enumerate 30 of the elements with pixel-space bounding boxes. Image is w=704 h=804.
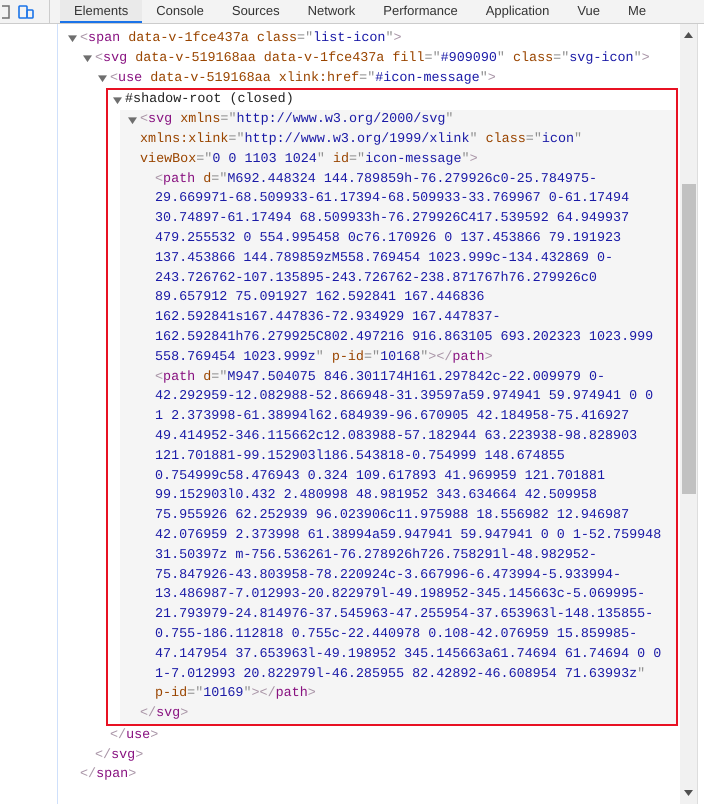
expand-triangle-icon[interactable] bbox=[98, 74, 107, 83]
panel-tab[interactable]: Sources bbox=[218, 0, 294, 23]
inspect-icon[interactable] bbox=[2, 4, 10, 18]
shadow-root-label: #shadow-root (closed) bbox=[125, 91, 294, 110]
panel-tab[interactable]: Vue bbox=[563, 0, 614, 23]
scroll-up-icon[interactable] bbox=[684, 32, 693, 38]
element-tag: <svg data-v-519168aa data-v-1fce437a fill="#909090" class="svg-icon"> bbox=[95, 50, 650, 66]
panel-tab[interactable]: Console bbox=[142, 0, 218, 23]
panel-tab[interactable]: Elements bbox=[60, 0, 142, 23]
element-tag: <svg xmlns="http://www.w3.org/2000/svg" xmlns:xlink="http://www.w3.org/1999/xlink" class="icon" viewBox="0 0 1103 1024" id="icon-message"> bbox=[140, 112, 582, 167]
element-tag: <path d="M692.448324 144.789859h-76.279926c0-25.784975-29.669971-68.509933-61.17394-68.509933-33.769967 0-61.17494 30.74897-61.17494 68.509933h-76.279926C417.539592 64.949937 479.255532 0 554.995458 0c76.170926 0 137.453866 79.191923 137.453866 144.789859zM558.769454 1023.999c-134.432869 0-243.726762-107.135895-243.726762-238.871767h76.279926c0 89.657912 75.091927 162.592841 167.446836 162.592841s167.447836-72.934929 167.447837-162.592841h76.279925C802.497216 916.863105 693.202323 1023.999 558.769454 1023.999z" p-id="10168"></path> bbox=[155, 172, 654, 365]
expand-triangle-icon[interactable] bbox=[83, 54, 92, 64]
device-toolbar-icon[interactable] bbox=[18, 4, 34, 20]
element-tag: <use data-v-519168aa xlink:href="#icon-message"> bbox=[110, 70, 496, 86]
element-tag: <span data-v-1fce437a class="list-icon"> bbox=[80, 31, 402, 46]
closing-tag: </use> bbox=[110, 728, 158, 743]
panel-tab[interactable]: Performance bbox=[369, 0, 472, 23]
panel-tab[interactable]: Network bbox=[294, 0, 370, 23]
scrollbar-thumb[interactable] bbox=[682, 184, 696, 494]
scrollbar[interactable] bbox=[680, 24, 697, 804]
panel-tab[interactable]: Application bbox=[472, 0, 564, 23]
expand-triangle-icon[interactable] bbox=[68, 34, 77, 44]
panel-tab[interactable]: Me bbox=[614, 0, 660, 23]
expand-triangle-icon[interactable] bbox=[113, 96, 122, 105]
closing-tag: </span> bbox=[80, 767, 136, 782]
closing-tag: </svg> bbox=[95, 748, 144, 763]
scroll-down-icon[interactable] bbox=[684, 790, 693, 796]
element-tag: <path d="M947.504075 846.301174H161.297842c-22.009979 0-42.292959-12.082988-52.866948-31.39597a59.974941 59.974941 0 0 1 2.373998-61.38994l62.684939-96.670905 42.184958-75.416927 49.414952-346.115662c12.083988-57.182944 63.223938-98.828903 121.701881-99.152903l186.543818-0.754999 148.674855 0.754999c58.476943 0.324 109.617893 41.969959 121.701881 99.152903l0.432 2.480998 48.981952 343.634664 42.509958 75.955926 62.252939 96.023906c11.975988 18.556982 12.946987 42.076959 2.373998 61.38994a59.947941 59.947941 0 0 1-52.759948 31.50397z m-756.536261-76.278926h726.758291l-48.982952-75.847926-43.803958-78.220924c-3.667996-6.473994-5.933994-13.486987-7.012993-20.822979l-49.198952-345.145663c-5.069995-21.793979-24.814976-37.545963-47.255954-37.653963l-148.135855-0.755-186.112818 0.755c-22.440978 0.108-42.076959 15.859985-47.147954 37.653963l-49.198952 345.145663a61.74694 61.74694 0 0 1-7.012993 20.822979l-46.285955 82.42892-46.608954 71.63993z" p-id="10169"></path> bbox=[155, 370, 662, 702]
expand-triangle-icon[interactable] bbox=[128, 116, 137, 125]
closing-tag: </svg> bbox=[140, 706, 188, 722]
